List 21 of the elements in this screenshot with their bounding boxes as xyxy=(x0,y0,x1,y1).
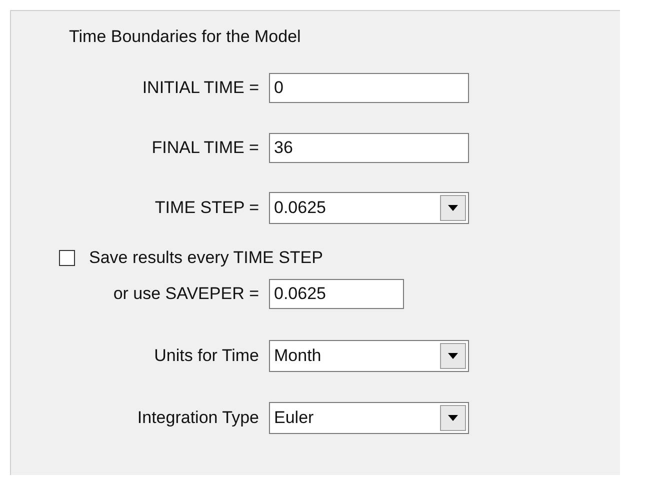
input-field[interactable]: 0.0625 xyxy=(269,279,404,309)
field-label: INITIAL TIME = xyxy=(141,78,259,98)
field-label: TIME STEP = xyxy=(154,198,259,218)
field-label: or use SAVEPER = xyxy=(112,284,259,304)
dropdown[interactable]: Euler xyxy=(269,402,469,434)
dropdown-button[interactable] xyxy=(440,405,466,431)
field-label: Units for Time xyxy=(153,346,259,366)
caret-icon xyxy=(448,205,458,211)
input-field[interactable]: 36 xyxy=(269,133,469,163)
input-field[interactable]: 0 xyxy=(269,73,469,103)
checkbox-label: Save results every TIME STEP xyxy=(89,248,323,268)
section-title: Time Boundaries for the Model xyxy=(69,27,301,47)
dropdown[interactable]: Month xyxy=(269,340,469,372)
dropdown-button[interactable] xyxy=(440,343,466,369)
field-label: FINAL TIME = xyxy=(150,138,259,158)
dropdown[interactable]: 0.0625 xyxy=(269,192,469,224)
caret-icon xyxy=(448,415,458,421)
field-label: Integration Type xyxy=(136,408,259,428)
dropdown-button[interactable] xyxy=(440,195,466,221)
caret-icon xyxy=(448,353,458,359)
checkbox[interactable] xyxy=(59,250,75,266)
